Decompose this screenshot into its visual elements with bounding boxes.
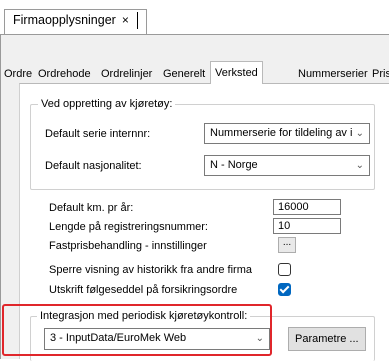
highlight-annotation bbox=[2, 304, 272, 356]
default-nationality-value: N - Norge bbox=[210, 159, 258, 171]
print-delivery-label: Utskrift følgeseddel på forsikringsordre bbox=[49, 284, 238, 296]
block-history-checkbox[interactable] bbox=[278, 263, 291, 276]
reg-length-label: Lengde på registreringsnummer: bbox=[49, 221, 208, 233]
tab-generelt[interactable]: Generelt bbox=[163, 65, 205, 83]
vehicle-creation-group-title: Ved oppretting av kjøretøy: bbox=[38, 97, 176, 111]
tab-ordrehode[interactable]: Ordrehode bbox=[38, 65, 91, 83]
tab-pris[interactable]: Pris bbox=[372, 65, 389, 83]
tab-verksted[interactable]: Verksted bbox=[210, 61, 263, 84]
reg-length-input[interactable]: 10 bbox=[273, 218, 341, 234]
tab-ordre[interactable]: Ordre bbox=[4, 65, 32, 83]
default-series-dropdown[interactable]: Nummerserie for tildeling av i ⌄ bbox=[204, 123, 370, 144]
default-km-label: Default km. pr år: bbox=[49, 202, 134, 214]
document-tab-title: Firmaopplysninger bbox=[13, 13, 116, 27]
fixed-price-label: Fastprisbehandling - innstillinger bbox=[49, 240, 207, 252]
block-history-label: Sperre visning av historikk fra andre fi… bbox=[49, 264, 252, 276]
vehicle-creation-group bbox=[30, 104, 375, 190]
tab-firmaopplysninger[interactable]: Firmaopplysninger × bbox=[4, 9, 147, 34]
default-series-value: Nummerserie for tildeling av i bbox=[210, 127, 353, 139]
tab-nummerserier[interactable]: Nummerserier bbox=[298, 65, 368, 83]
chevron-down-icon: ⌄ bbox=[355, 160, 364, 171]
chevron-down-icon: ⌄ bbox=[355, 128, 364, 139]
section-tab-strip: Ordre Ordrehode Ordrelinjer Generelt Ver… bbox=[0, 61, 389, 84]
fixed-price-settings-button[interactable]: ... bbox=[278, 237, 296, 253]
default-nationality-dropdown[interactable]: N - Norge ⌄ bbox=[204, 155, 370, 176]
parameters-button[interactable]: Parametre ... bbox=[288, 327, 366, 351]
text-cursor bbox=[136, 12, 138, 29]
print-delivery-checkbox[interactable] bbox=[278, 283, 291, 296]
close-icon[interactable]: × bbox=[122, 13, 129, 28]
default-series-label: Default serie internnr: bbox=[45, 128, 151, 140]
default-nationality-label: Default nasjonalitet: bbox=[45, 160, 142, 172]
tab-ordrelinjer[interactable]: Ordrelinjer bbox=[101, 65, 152, 83]
document-tab-bar: Firmaopplysninger × bbox=[0, 0, 389, 34]
default-km-input[interactable]: 16000 bbox=[273, 199, 341, 215]
